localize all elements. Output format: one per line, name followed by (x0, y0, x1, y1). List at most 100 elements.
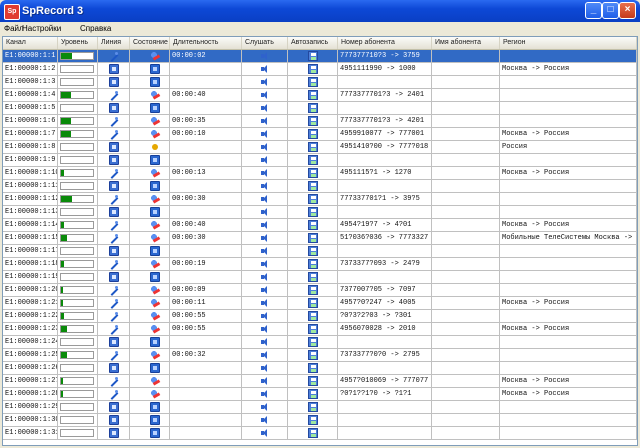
listen-cell[interactable] (242, 50, 288, 62)
speaker-icon[interactable] (260, 376, 270, 386)
listen-cell[interactable] (242, 219, 288, 231)
listen-cell[interactable] (242, 245, 288, 257)
autorecord-disk-icon[interactable] (308, 233, 318, 243)
column-header-region[interactable]: Регион (500, 37, 637, 49)
table-row[interactable]: E1:00000:1:17 (3, 245, 637, 258)
autorecord-cell[interactable] (288, 271, 338, 283)
autorecord-disk-icon[interactable] (308, 402, 318, 412)
listen-cell[interactable] (242, 180, 288, 192)
table-row[interactable]: E1:00000:1:30 (3, 414, 637, 427)
table-row[interactable]: E1:00000:1:6 00:00:35 7773377701?3 -> 4201 (3, 115, 637, 128)
speaker-icon[interactable] (260, 259, 270, 269)
column-header-number[interactable]: Номер абонента (338, 37, 432, 49)
table-row[interactable]: E1:00000:1:22 00:00:55 ?0?3?2?03 -> ?301 (3, 310, 637, 323)
table-row[interactable]: E1:00000:1:8 4951410?00 -> 777?018 Россия (3, 141, 637, 154)
autorecord-disk-icon[interactable] (308, 363, 318, 373)
autorecord-disk-icon[interactable] (308, 168, 318, 178)
autorecord-disk-icon[interactable] (308, 103, 318, 113)
speaker-icon[interactable] (260, 181, 270, 191)
table-row[interactable]: E1:00000:1:19 (3, 271, 637, 284)
menu-settings[interactable]: Настройки (22, 23, 61, 34)
autorecord-cell[interactable] (288, 336, 338, 348)
autorecord-disk-icon[interactable] (308, 142, 318, 152)
table-row[interactable]: E1:00000:1:7 00:00:10 4959910077 -> 777001… (3, 128, 637, 141)
table-row[interactable]: E1:00000:1:5 (3, 102, 637, 115)
autorecord-disk-icon[interactable] (308, 207, 318, 217)
autorecord-cell[interactable] (288, 388, 338, 400)
speaker-icon[interactable] (260, 402, 270, 412)
table-row[interactable]: E1:00000:1:20 00:00:09 7377007?05 -> 7097 (3, 284, 637, 297)
autorecord-disk-icon[interactable] (308, 77, 318, 87)
autorecord-cell[interactable] (288, 232, 338, 244)
autorecord-disk-icon[interactable] (308, 337, 318, 347)
autorecord-cell[interactable] (288, 401, 338, 413)
autorecord-disk-icon[interactable] (308, 376, 318, 386)
table-row[interactable]: E1:00000:1:18 00:00:19 7373377?093 -> 24?9 (3, 258, 637, 271)
column-header-autorecord[interactable]: Автозапись (288, 37, 338, 49)
listen-cell[interactable] (242, 154, 288, 166)
menu-help[interactable]: Справка (80, 23, 111, 34)
speaker-icon[interactable] (260, 77, 270, 87)
listen-cell[interactable] (242, 89, 288, 101)
maximize-button[interactable]: □ (602, 2, 619, 19)
table-row[interactable]: E1:00000:1:11 (3, 180, 637, 193)
speaker-icon[interactable] (260, 428, 270, 438)
speaker-icon[interactable] (260, 220, 270, 230)
menu-file[interactable]: Файл (4, 23, 24, 34)
close-button[interactable]: × (619, 2, 636, 19)
listen-cell[interactable] (242, 102, 288, 114)
autorecord-cell[interactable] (288, 414, 338, 426)
autorecord-cell[interactable] (288, 297, 338, 309)
speaker-icon[interactable] (260, 415, 270, 425)
listen-cell[interactable] (242, 63, 288, 75)
autorecord-disk-icon[interactable] (308, 116, 318, 126)
listen-cell[interactable] (242, 141, 288, 153)
listen-cell[interactable] (242, 193, 288, 205)
listen-cell[interactable] (242, 297, 288, 309)
table-row[interactable]: E1:00000:1:3 (3, 76, 637, 89)
autorecord-cell[interactable] (288, 115, 338, 127)
autorecord-disk-icon[interactable] (308, 311, 318, 321)
autorecord-cell[interactable] (288, 258, 338, 270)
table-row[interactable]: E1:00000:1:28 ?0?1??1?0 -> ?1?1 Москва -> … (3, 388, 637, 401)
column-header-line[interactable]: Линия (98, 37, 130, 49)
autorecord-disk-icon[interactable] (308, 259, 318, 269)
speaker-icon[interactable] (260, 324, 270, 334)
autorecord-disk-icon[interactable] (308, 298, 318, 308)
autorecord-cell[interactable] (288, 141, 338, 153)
table-row[interactable]: E1:00000:1:27 4957?010069 -> 777077 Москва… (3, 375, 637, 388)
speaker-icon[interactable] (260, 194, 270, 204)
table-row[interactable]: E1:00000:1:24 (3, 336, 637, 349)
listen-cell[interactable] (242, 388, 288, 400)
table-row[interactable]: E1:00000:1:26 (3, 362, 637, 375)
listen-cell[interactable] (242, 427, 288, 439)
autorecord-disk-icon[interactable] (308, 181, 318, 191)
autorecord-cell[interactable] (288, 154, 338, 166)
autorecord-cell[interactable] (288, 284, 338, 296)
autorecord-cell[interactable] (288, 128, 338, 140)
column-header-level[interactable]: Уровень (58, 37, 98, 49)
speaker-icon[interactable] (260, 311, 270, 321)
listen-cell[interactable] (242, 284, 288, 296)
table-row[interactable]: E1:00000:1:4 00:00:40 7773377701?3 -> 2401 (3, 89, 637, 102)
table-row[interactable]: E1:00000:1:2 4951111990 -> 1000 Москва -> … (3, 63, 637, 76)
speaker-icon[interactable] (260, 142, 270, 152)
table-row[interactable]: E1:00000:1:1 00:00:02 777377710?3 -> 3759 (3, 50, 637, 63)
autorecord-cell[interactable] (288, 362, 338, 374)
column-header-listen[interactable]: Слушать (242, 37, 288, 49)
listen-cell[interactable] (242, 375, 288, 387)
listen-cell[interactable] (242, 128, 288, 140)
speaker-icon[interactable] (260, 298, 270, 308)
listen-cell[interactable] (242, 115, 288, 127)
autorecord-cell[interactable] (288, 167, 338, 179)
autorecord-cell[interactable] (288, 310, 338, 322)
autorecord-cell[interactable] (288, 76, 338, 88)
autorecord-disk-icon[interactable] (308, 428, 318, 438)
table-row[interactable]: E1:00000:1:15 00:00:30 51?036?036 -> 77733… (3, 232, 637, 245)
autorecord-disk-icon[interactable] (308, 272, 318, 282)
speaker-icon[interactable] (260, 155, 270, 165)
autorecord-cell[interactable] (288, 427, 338, 439)
speaker-icon[interactable] (260, 363, 270, 373)
table-row[interactable]: E1:00000:1:13 (3, 206, 637, 219)
table-row[interactable]: E1:00000:1:25 00:00:32 7373377?0?0 -> 2795 (3, 349, 637, 362)
